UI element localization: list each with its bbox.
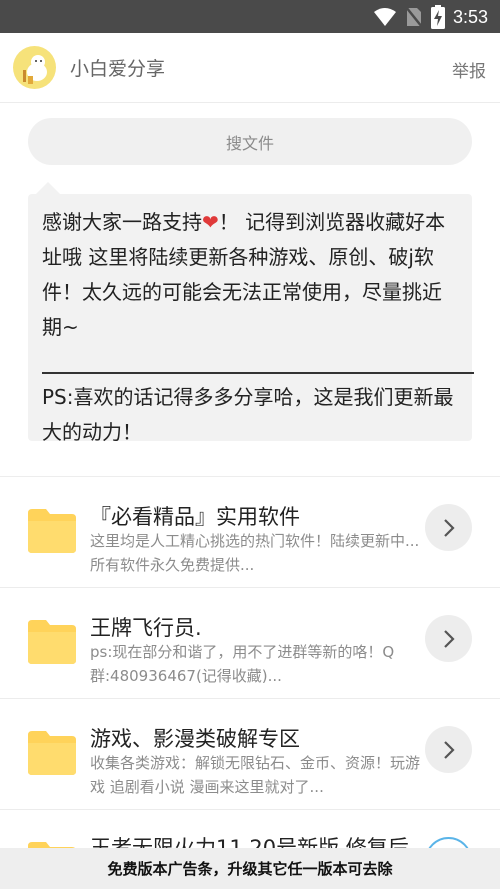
chevron-right-icon: [443, 629, 455, 648]
status-bar: 3:53: [0, 0, 500, 33]
app-header: 小白爱分享 举报: [0, 33, 500, 103]
chevron-right-icon: [443, 518, 455, 537]
item-description: 收集各类游戏：解锁无限钻石、金币、资源！玩游戏 追剧看小说 漫画来这里就对了..…: [90, 754, 421, 796]
notice-text-start: 感谢大家一路支持: [42, 210, 202, 234]
open-button[interactable]: [425, 726, 472, 773]
list-item[interactable]: 『必看精品』实用软件 这里均是人工精心挑选的热门软件！陆续更新中...所有软件永…: [0, 477, 500, 588]
list-item[interactable]: 游戏、影漫类破解专区 收集各类游戏：解锁无限钻石、金币、资源！玩游戏 追剧看小说…: [0, 699, 500, 810]
wifi-icon: [373, 8, 396, 26]
item-title: 『必看精品』实用软件: [90, 505, 300, 529]
ad-banner[interactable]: 免费版本广告条，升级其它任一版本可去除: [0, 848, 500, 889]
item-title: 王牌飞行员.: [90, 616, 202, 640]
notice-ps: PS:喜欢的话记得多多分享哈，这是我们更新最大的动力！: [42, 385, 454, 444]
report-button[interactable]: 举报: [452, 57, 486, 82]
folder-icon: [28, 731, 76, 775]
list-item[interactable]: 王者无限火力11.20号新版 修复后: [0, 810, 500, 850]
list-item[interactable]: 王牌飞行员. ps:现在部分和谐了，用不了进群等新的咯！Q群:480936467…: [0, 588, 500, 699]
notice-divider: [42, 339, 474, 374]
item-title: 游戏、影漫类破解专区: [90, 727, 300, 751]
folder-icon: [28, 620, 76, 664]
open-button[interactable]: [425, 615, 472, 662]
notice-text: 感谢大家一路支持❤！ 记得到浏览器收藏好本址哦 这里将陆续更新各种游戏、原创、破…: [42, 205, 458, 345]
folder-list: 『必看精品』实用软件 这里均是人工精心挑选的热门软件！陆续更新中...所有软件永…: [0, 477, 500, 850]
chevron-right-icon: [443, 740, 455, 759]
item-description: ps:现在部分和谐了，用不了进群等新的咯！Q群:480936467(记得收藏).…: [90, 643, 395, 685]
search-input[interactable]: 搜文件: [28, 118, 472, 165]
notice-card: 感谢大家一路支持❤！ 记得到浏览器收藏好本址哦 这里将陆续更新各种游戏、原创、破…: [28, 194, 474, 444]
status-time: 3:53: [452, 6, 488, 27]
item-description: 这里均是人工精心挑选的热门软件！陆续更新中...所有软件永久免费提供...: [90, 532, 420, 574]
battery-charging-icon: [430, 5, 445, 29]
folder-icon: [28, 509, 76, 553]
status-icons: 3:53: [373, 4, 488, 30]
no-sim-icon: [404, 6, 423, 28]
app-title: 小白爱分享: [70, 58, 166, 80]
mascot-avatar-icon[interactable]: [13, 46, 56, 89]
heart-icon: ❤: [202, 210, 219, 234]
notice-pointer: [36, 182, 60, 194]
open-button[interactable]: [425, 504, 472, 551]
